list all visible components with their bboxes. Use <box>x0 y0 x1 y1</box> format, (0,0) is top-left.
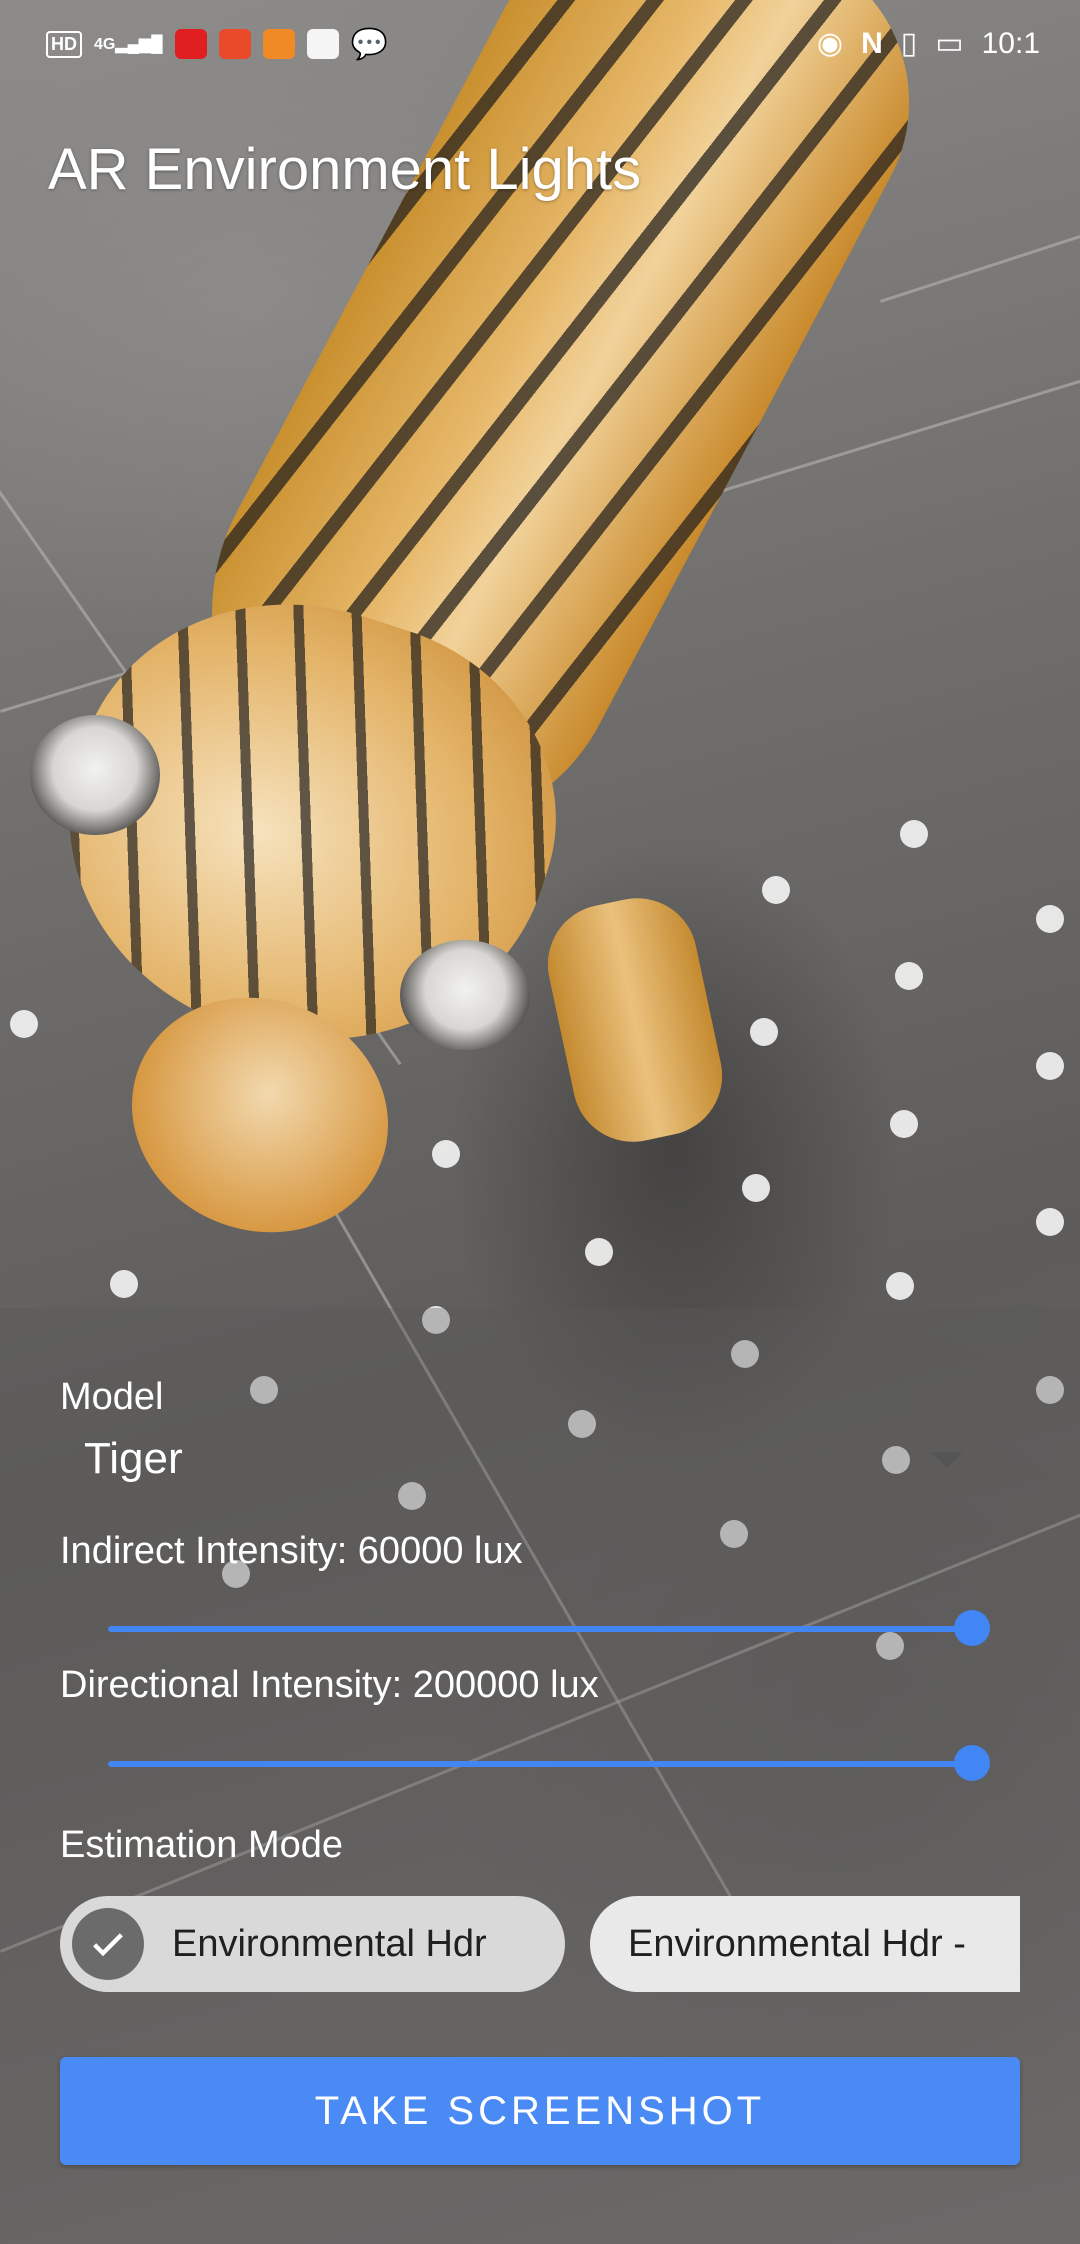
app-title: AR Environment Lights <box>48 137 642 202</box>
directional-intensity-slider[interactable] <box>108 1745 990 1785</box>
plane-dot <box>750 1018 778 1046</box>
model-dropdown[interactable]: Tiger <box>84 1434 183 1484</box>
plane-dot <box>895 962 923 990</box>
play-app-icon <box>262 29 295 59</box>
plane-dot <box>742 1174 770 1202</box>
tiger-ear-right <box>400 940 530 1050</box>
plane-dot <box>432 1140 460 1168</box>
plane-dot <box>900 820 928 848</box>
eye-icon: ◉ <box>816 27 844 60</box>
plane-dot <box>1036 905 1064 933</box>
4g-signal-icon: 4G▂▄▆█ <box>94 36 163 53</box>
gift-app-icon <box>306 29 339 59</box>
chip-environmental-hdr-alt[interactable]: Environmental Hdr - <box>590 1896 1020 1992</box>
nfc-icon: N <box>861 26 883 60</box>
battery-icon: ▭ <box>935 27 964 60</box>
take-screenshot-button[interactable]: TAKE SCREENSHOT <box>60 2057 1020 2165</box>
slider-thumb[interactable] <box>954 1610 990 1646</box>
indirect-intensity-label: Indirect Intensity: 60000 lux <box>60 1530 523 1572</box>
plane-dot <box>890 1110 918 1138</box>
indirect-intensity-slider[interactable] <box>108 1610 990 1650</box>
plane-dot <box>762 876 790 904</box>
plane-dot <box>10 1010 38 1038</box>
chip-environmental-hdr[interactable]: Environmental Hdr <box>60 1896 565 1992</box>
clock: 10:1 <box>981 26 1040 60</box>
estimation-mode-label: Estimation Mode <box>60 1824 344 1866</box>
status-bar: HD 4G▂▄▆█ 💬 ◉ N ▯ ▭ 10:1 <box>0 22 1080 66</box>
plane-dot <box>110 1270 138 1298</box>
hd-icon: HD <box>46 30 82 58</box>
tiger-ear-left <box>30 715 160 835</box>
slider-track[interactable] <box>108 1761 972 1767</box>
check-icon <box>72 1908 144 1980</box>
plane-dot <box>585 1238 613 1266</box>
plane-dot <box>886 1272 914 1300</box>
vibrate-icon: ▯ <box>900 27 918 60</box>
chevron-down-icon[interactable] <box>931 1452 963 1468</box>
plane-dot <box>1036 1208 1064 1236</box>
directional-intensity-label: Directional Intensity: 200000 lux <box>60 1664 599 1706</box>
plane-dot <box>1036 1052 1064 1080</box>
chip-label: Environmental Hdr <box>172 1922 487 1965</box>
chip-label: Environmental Hdr - <box>628 1922 966 1965</box>
wechat-icon: 💬 <box>350 27 388 61</box>
news-app-icon <box>218 29 251 59</box>
slider-thumb[interactable] <box>954 1745 990 1781</box>
model-label: Model <box>60 1376 164 1418</box>
video-app-icon <box>174 29 207 59</box>
slider-track[interactable] <box>108 1626 972 1632</box>
